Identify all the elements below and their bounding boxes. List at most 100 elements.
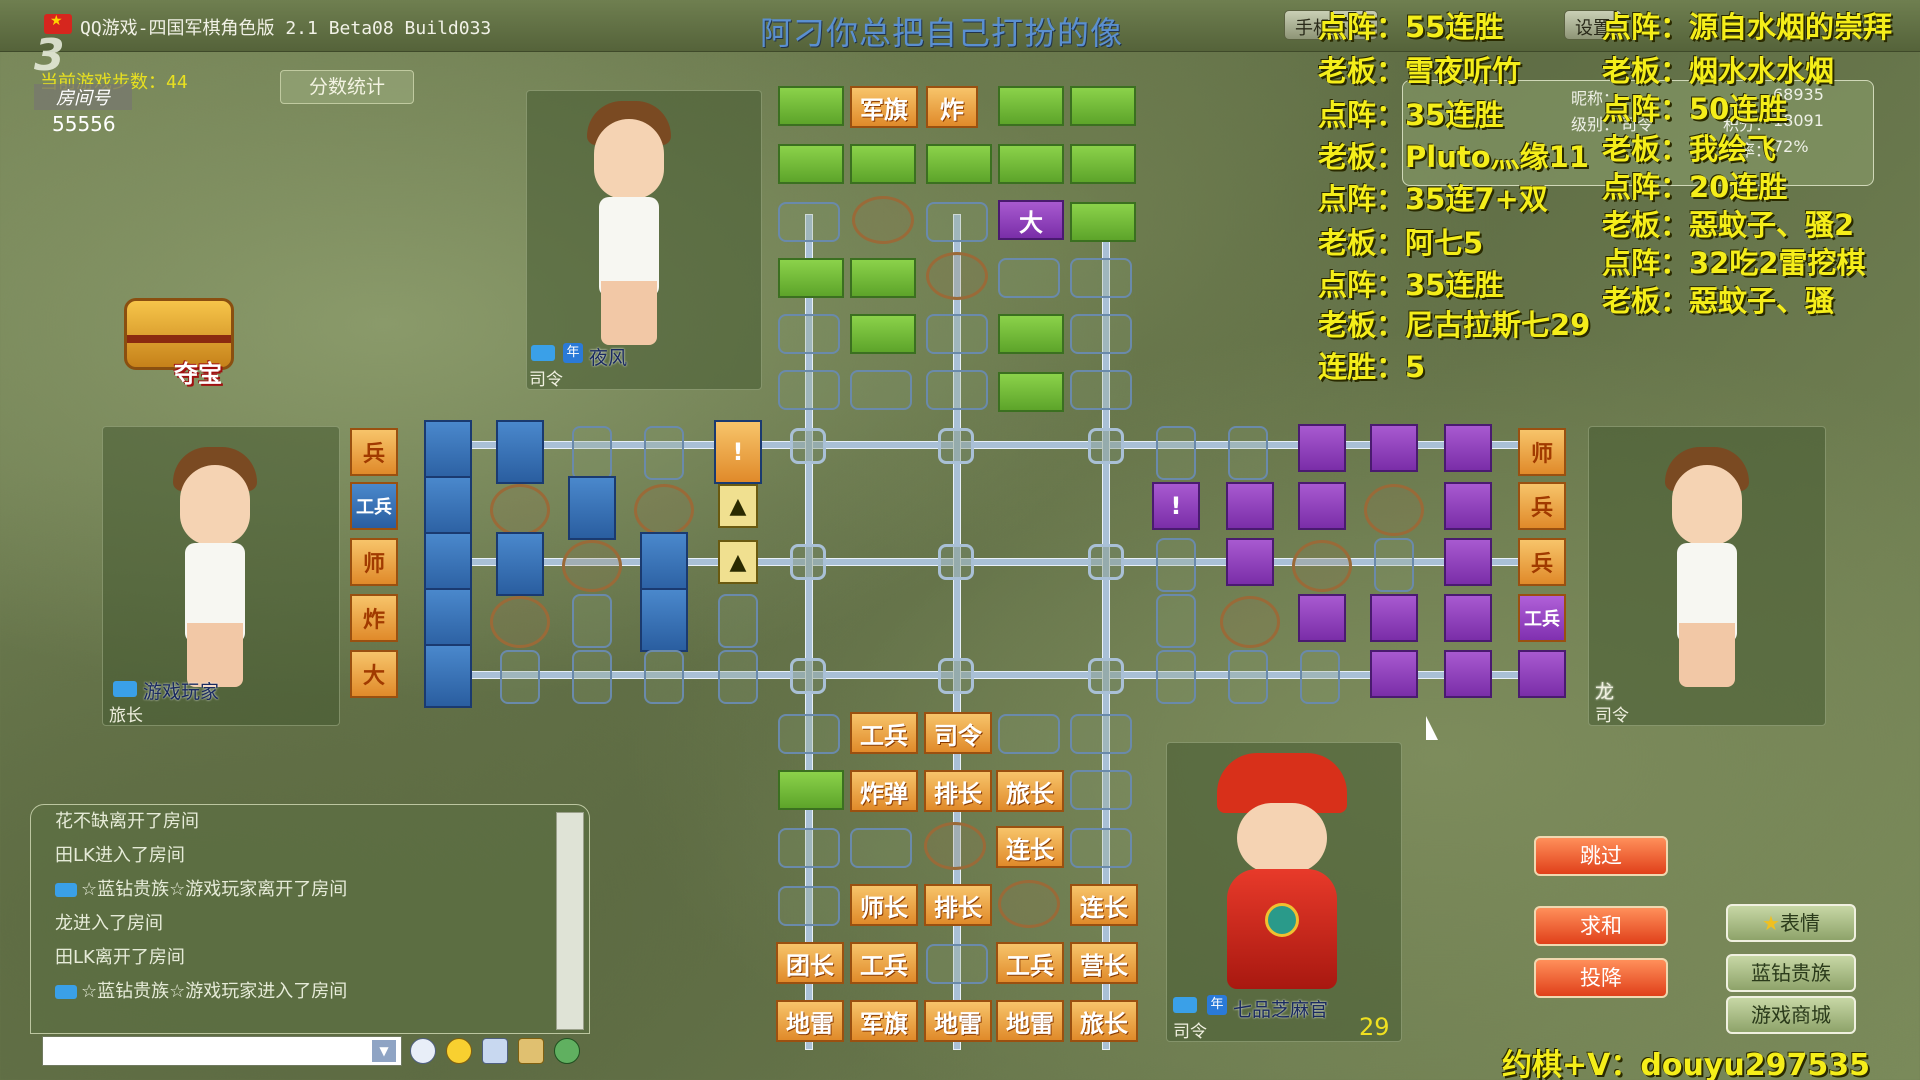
right-piece[interactable]: [1444, 424, 1492, 472]
right-piece[interactable]: [1298, 424, 1346, 472]
top-piece[interactable]: [778, 770, 844, 810]
board-cell[interactable]: [778, 886, 840, 926]
left-piece[interactable]: [568, 476, 616, 540]
board-cell[interactable]: [1070, 314, 1132, 354]
right-piece[interactable]: [1370, 594, 1418, 642]
wrench-icon[interactable]: [518, 1038, 544, 1064]
own-piece[interactable]: 营长: [1070, 942, 1138, 984]
board-cell[interactable]: [926, 944, 988, 984]
top-piece[interactable]: [850, 144, 916, 184]
top-piece[interactable]: [998, 314, 1064, 354]
board-cell[interactable]: [778, 202, 840, 242]
board-camp[interactable]: [562, 540, 622, 592]
own-piece[interactable]: 连长: [996, 826, 1064, 868]
left-alert[interactable]: ▲: [718, 540, 758, 584]
board-cell[interactable]: [998, 258, 1060, 298]
right-piece[interactable]: [1444, 538, 1492, 586]
own-piece[interactable]: 师长: [850, 884, 918, 926]
board-cell[interactable]: [850, 370, 912, 410]
player-name-right[interactable]: 龙: [1595, 677, 1614, 704]
board-camp[interactable]: [1220, 596, 1280, 648]
right-piece[interactable]: [1226, 482, 1274, 530]
top-piece[interactable]: [778, 144, 844, 184]
board-cell[interactable]: [1070, 770, 1132, 810]
junction[interactable]: [1088, 428, 1124, 464]
top-piece[interactable]: [850, 258, 916, 298]
own-piece[interactable]: 炸弹: [850, 770, 918, 812]
top-piece-flag[interactable]: 军旗: [850, 86, 918, 128]
top-piece[interactable]: [778, 258, 844, 298]
junction[interactable]: [790, 658, 826, 694]
board-cell[interactable]: [572, 426, 612, 480]
left-piece[interactable]: [496, 532, 544, 596]
board-camp[interactable]: [852, 196, 914, 244]
board-cell[interactable]: [778, 828, 840, 868]
own-piece[interactable]: 排长: [924, 884, 992, 926]
board-camp[interactable]: [490, 484, 550, 536]
score-stats-button[interactable]: 分数统计: [280, 70, 414, 104]
board-cell[interactable]: [778, 370, 840, 410]
left-piece[interactable]: [640, 532, 688, 596]
speaker-icon[interactable]: [482, 1038, 508, 1064]
right-piece[interactable]: [1518, 650, 1566, 698]
board-cell[interactable]: [1300, 650, 1340, 704]
chevron-down-icon[interactable]: ▼: [372, 1040, 396, 1062]
board-cell[interactable]: [1070, 258, 1132, 298]
top-piece[interactable]: [998, 86, 1064, 126]
left-alert[interactable]: ▲: [718, 484, 758, 528]
board-camp[interactable]: [924, 822, 986, 870]
board-cell[interactable]: [718, 650, 758, 704]
chat-bubble-icon[interactable]: [410, 1038, 436, 1064]
board-cell[interactable]: [1070, 714, 1132, 754]
player-name-left[interactable]: 游戏玩家: [143, 677, 219, 704]
board-cell[interactable]: [1228, 426, 1268, 480]
board-cell[interactable]: [850, 828, 912, 868]
top-piece[interactable]: [850, 314, 916, 354]
board-cell[interactable]: [718, 594, 758, 648]
board-camp[interactable]: [1364, 484, 1424, 536]
junction[interactable]: [790, 428, 826, 464]
chat-input[interactable]: [42, 1036, 402, 1066]
left-piece[interactable]: [424, 532, 472, 596]
left-alert[interactable]: !: [714, 420, 762, 484]
junction[interactable]: [1088, 658, 1124, 694]
right-piece[interactable]: [1444, 482, 1492, 530]
own-piece[interactable]: 连长: [1070, 884, 1138, 926]
board-cell[interactable]: [1156, 594, 1196, 648]
top-piece[interactable]: [778, 86, 844, 126]
junction[interactable]: [938, 544, 974, 580]
board-cell[interactable]: [1156, 650, 1196, 704]
left-piece[interactable]: [424, 420, 472, 484]
top-piece[interactable]: [998, 144, 1064, 184]
own-piece[interactable]: 排长: [924, 770, 992, 812]
right-alert[interactable]: !: [1152, 482, 1200, 530]
board-cell[interactable]: [926, 370, 988, 410]
emote-button[interactable]: ★表情: [1726, 904, 1856, 942]
board-cell[interactable]: [1156, 426, 1196, 480]
board-cell[interactable]: [1374, 538, 1414, 592]
right-piece[interactable]: [1226, 538, 1274, 586]
board-cell[interactable]: [926, 314, 988, 354]
board-cell[interactable]: [778, 714, 840, 754]
junction[interactable]: [790, 544, 826, 580]
player-name-top[interactable]: 夜风: [589, 343, 627, 370]
top-enemy-piece[interactable]: 大: [998, 200, 1064, 240]
own-piece[interactable]: 团长: [776, 942, 844, 984]
board-cell[interactable]: [1070, 828, 1132, 868]
own-piece[interactable]: 工兵: [996, 942, 1064, 984]
top-piece[interactable]: [1070, 202, 1136, 242]
own-piece[interactable]: 地雷: [776, 1000, 844, 1042]
chat-scrollbar[interactable]: [556, 812, 584, 1030]
board-cell[interactable]: [644, 650, 684, 704]
draw-button[interactable]: 求和: [1534, 906, 1668, 946]
player-name-bottom[interactable]: 七品芝麻官: [1233, 995, 1328, 1022]
top-piece-bomb[interactable]: 炸: [926, 86, 978, 128]
top-piece[interactable]: [1070, 86, 1136, 126]
board-cell[interactable]: [572, 594, 612, 648]
board-cell[interactable]: [572, 650, 612, 704]
top-piece[interactable]: [1070, 144, 1136, 184]
own-piece[interactable]: 司令: [924, 712, 992, 754]
shop-button[interactable]: 游戏商城: [1726, 996, 1856, 1034]
right-piece[interactable]: [1444, 650, 1492, 698]
left-piece[interactable]: [496, 420, 544, 484]
